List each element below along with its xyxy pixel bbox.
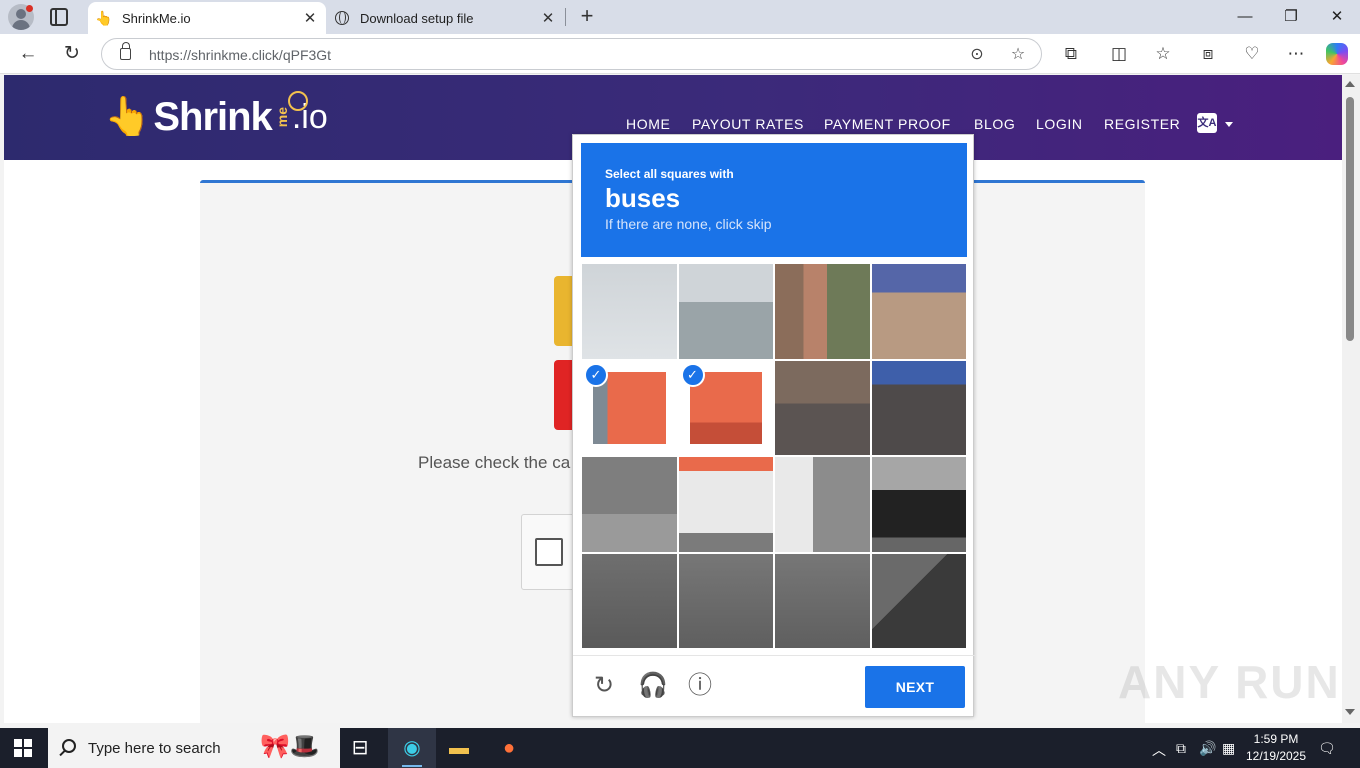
settings-more-icon[interactable]: ⋯ [1283,42,1309,66]
recaptcha-checkbox[interactable] [535,538,563,566]
tab-strip: 👆 ShrinkMe.io ✕ Download setup file ✕ + … [0,0,1360,34]
page-scrollbar[interactable] [1342,75,1360,723]
red-action-button[interactable] [554,360,574,430]
challenge-hint: If there are none, click skip [605,216,772,232]
keyboard-icon[interactable]: ▦ [1222,740,1235,757]
checkmark-icon: ✓ [680,362,705,387]
search-highlight-icon: 🎀🎩 [260,733,320,760]
shrinkme-logo[interactable]: 👆 Shrink me .io [104,89,328,145]
notifications-icon[interactable]: 🗨 [1318,740,1336,757]
scroll-thumb[interactable] [1346,97,1354,341]
captcha-tile[interactable] [677,263,774,360]
windows-taskbar: Type here to search 🎀🎩 ⊟ ◉ ▬ ● ︿ ⧉ 🔊 ▦ 1… [0,728,1360,768]
split-screen-icon[interactable]: ◫ [1106,42,1132,66]
logo-ring-icon [288,91,308,111]
tab-title: ShrinkMe.io [122,10,191,26]
address-bar[interactable]: https://shrinkme.click/qPF3Gt ⊙ ☆ [101,38,1042,70]
tab-download-setup[interactable]: Download setup file ✕ [326,2,564,34]
shrinkme-favicon-icon: 👆 [95,9,113,26]
lock-icon[interactable] [120,42,131,60]
notification-dot [26,5,33,12]
task-view-icon[interactable]: ⊟ [346,734,374,762]
captcha-tile[interactable] [870,552,967,649]
nav-blog[interactable]: BLOG [974,116,1015,132]
search-icon [62,739,76,753]
captcha-tile[interactable] [677,456,774,553]
translate-icon[interactable]: 文A [1197,113,1217,133]
favorite-star-icon[interactable]: ☆ [1008,45,1028,65]
captcha-tile[interactable] [870,456,967,553]
reload-icon[interactable]: ↻ [590,672,618,700]
read-aloud-icon[interactable]: ⊙ [967,45,987,65]
captcha-tile[interactable] [677,552,774,649]
nav-home[interactable]: HOME [626,116,670,132]
anyrun-watermark: ANY RUN [1118,656,1341,708]
tab-separator [565,8,566,26]
challenge-footer: ↻ 🎧 ⓘ NEXT [573,655,975,717]
minimize-button[interactable]: — [1222,4,1268,30]
file-explorer-icon[interactable]: ▬ [445,734,473,762]
audio-icon[interactable]: 🎧 [638,672,668,700]
nav-login[interactable]: LOGIN [1036,116,1083,132]
recaptcha-challenge: Select all squares with buses If there a… [572,134,975,717]
challenge-instruction: Select all squares with [605,167,734,181]
firefox-icon[interactable]: ● [495,734,523,762]
nav-register[interactable]: REGISTER [1104,116,1180,132]
windows-start-icon[interactable] [14,739,32,757]
tray-chevron-up-icon[interactable]: ︿ [1152,740,1166,760]
challenge-header: Select all squares with buses If there a… [581,143,967,257]
nav-payout-rates[interactable]: PAYOUT RATES [692,116,804,132]
close-window-button[interactable]: ✕ [1314,4,1360,30]
captcha-tile[interactable]: ✓ [677,359,774,456]
captcha-tile[interactable] [581,456,678,553]
captcha-instruction-text: Please check the ca [418,453,571,472]
network-icon[interactable]: ⧉ [1176,740,1186,757]
challenge-target: buses [605,183,681,213]
reload-button[interactable]: ↻ [58,41,86,67]
tab-title: Download setup file [360,10,474,26]
edge-icon[interactable]: ◉ [398,734,426,762]
chevron-down-icon[interactable] [1225,122,1233,127]
scroll-down-icon[interactable] [1345,709,1355,715]
captcha-tile[interactable] [774,456,871,553]
extensions-icon[interactable]: ⧉ [1058,42,1084,66]
new-tab-button[interactable]: + [576,5,598,28]
captcha-tile[interactable] [870,263,967,360]
close-tab-icon[interactable]: ✕ [300,8,320,28]
copilot-icon[interactable] [1326,43,1348,65]
scroll-up-icon[interactable] [1345,81,1355,87]
restore-button[interactable]: ❐ [1268,4,1314,30]
back-button[interactable]: ← [14,41,42,67]
system-clock[interactable]: 1:59 PM 12/19/2025 [1244,731,1308,765]
close-tab-icon[interactable]: ✕ [538,8,558,28]
next-button[interactable]: NEXT [865,666,965,708]
address-toolbar: ← ↻ https://shrinkme.click/qPF3Gt ⊙ ☆ ⧉ … [0,34,1360,74]
collections-icon[interactable]: ⧈ [1195,42,1221,66]
search-placeholder: Type here to search [88,740,221,757]
favorites-icon[interactable]: ☆ [1150,42,1176,66]
checkmark-icon: ✓ [584,362,608,387]
captcha-tile[interactable] [870,359,967,456]
captcha-tile[interactable] [774,552,871,649]
pointing-hand-icon: 👆 [104,96,152,138]
captcha-tile[interactable] [774,359,871,456]
captcha-tile[interactable] [774,263,871,360]
volume-icon[interactable]: 🔊 [1199,740,1216,757]
captcha-tile[interactable]: ✓ [581,359,678,456]
browser-essentials-icon[interactable]: ♡ [1239,42,1265,66]
challenge-image-grid: ✓ ✓ [581,263,967,649]
info-icon[interactable]: ⓘ [686,672,714,700]
url-text[interactable]: https://shrinkme.click/qPF3Gt [149,47,331,63]
taskbar-search-box[interactable]: Type here to search 🎀🎩 [48,728,340,768]
yellow-action-button[interactable] [554,276,574,346]
tab-actions-icon[interactable] [50,8,68,26]
globe-icon [334,10,350,26]
captcha-tile[interactable] [581,263,678,360]
captcha-tile[interactable] [581,552,678,649]
tab-shrinkme[interactable]: 👆 ShrinkMe.io ✕ [88,2,326,34]
nav-payment-proof[interactable]: PAYMENT PROOF [824,116,951,132]
